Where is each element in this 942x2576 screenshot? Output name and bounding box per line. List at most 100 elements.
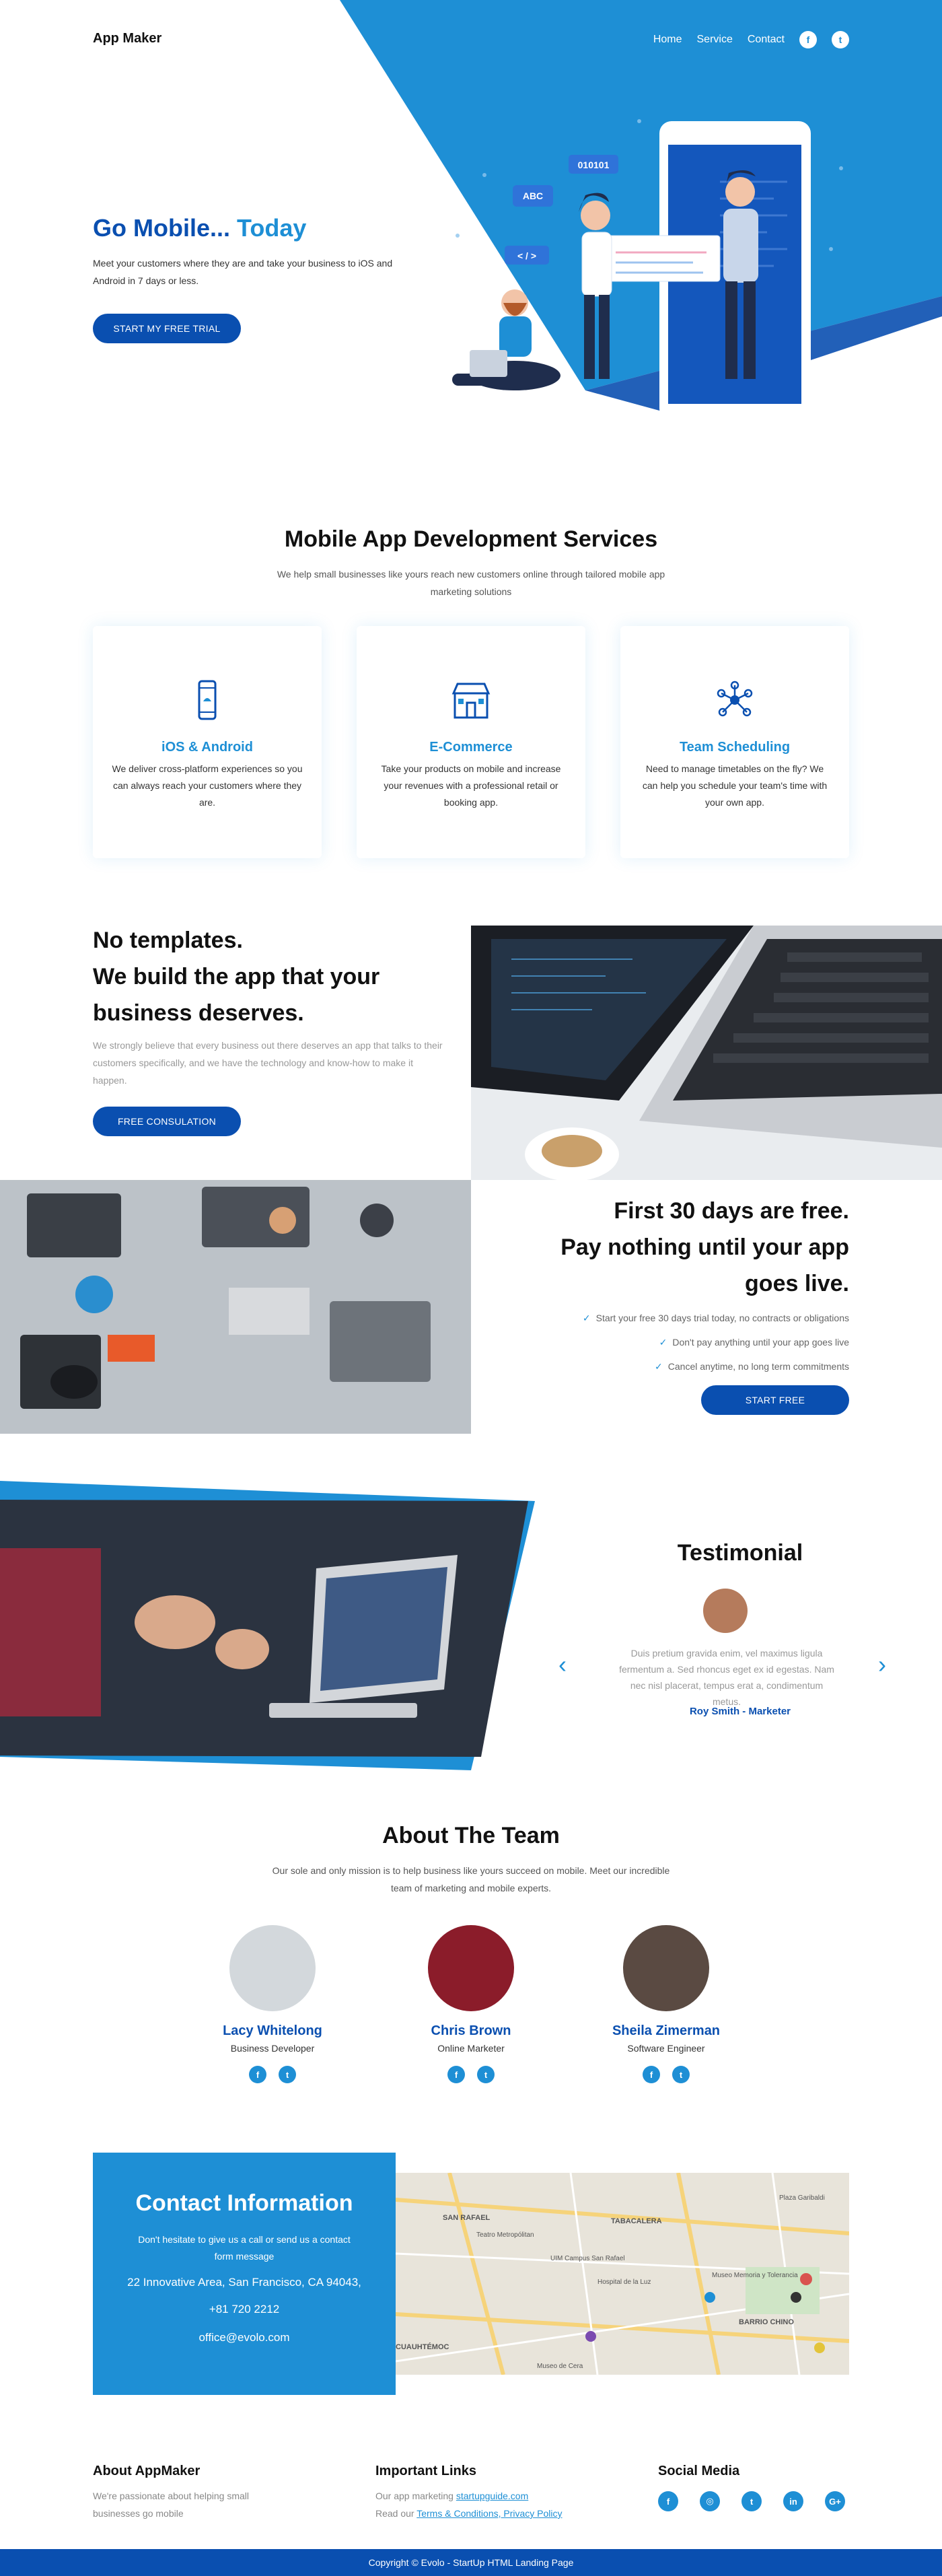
footer-about-text: We're passionate about helping small bus… <box>93 2491 249 2519</box>
service-text: Take your products on mobile and increas… <box>381 763 561 808</box>
nav-link-home[interactable]: Home <box>653 34 682 46</box>
team-member-name: Chris Brown <box>431 2023 511 2038</box>
free-title: First 30 days are free. Pay nothing unti… <box>560 1198 849 1296</box>
nav-link-service[interactable]: Service <box>697 34 733 46</box>
footer-about: About AppMaker We're passionate about he… <box>93 2464 295 2522</box>
facebook-icon[interactable]: f <box>658 2491 678 2511</box>
contact-phone: +81 720 2212 <box>209 2303 280 2316</box>
team-subtitle: Our sole and only mission is to help bus… <box>272 1865 670 1893</box>
twitter-icon[interactable]: t <box>279 2066 296 2083</box>
footer-social-title: Social Media <box>658 2464 740 2478</box>
code-label: < / > <box>517 250 536 261</box>
check-icon: ✓ <box>582 1313 591 1323</box>
footer-about-title: About AppMaker <box>93 2464 201 2478</box>
testimonial-title: Testimonial <box>677 1540 803 1566</box>
team-member-card: Chris Brown Online Marketer ft <box>370 1925 572 2083</box>
team-member-role: Online Marketer <box>437 2043 505 2054</box>
footer-social: Social Media f ◎ t in G+ <box>658 2464 853 2511</box>
testimonial-avatar <box>703 1589 748 1633</box>
team-desk-photo <box>0 1180 471 1434</box>
svg-text:Teatro Metropólitan: Teatro Metropólitan <box>476 2231 534 2239</box>
benefit-item: ✓ Don't pay anything until your app goes … <box>659 1337 849 1348</box>
svg-text:Museo de Cera: Museo de Cera <box>537 2363 583 2370</box>
service-text: Need to manage timetables on the fly? We… <box>642 763 828 808</box>
testimonial-section: Testimonial ‹ › Duis pretium gravida eni… <box>538 1481 942 1770</box>
contact-title: Contact Information <box>135 2190 353 2216</box>
terms-privacy-link[interactable]: Terms & Conditions, Privacy Policy <box>416 2508 562 2519</box>
linkedin-icon[interactable]: in <box>783 2491 803 2511</box>
store-icon <box>451 683 491 719</box>
contact-text: Don't hesitate to give us a call or send… <box>138 2234 351 2262</box>
testimonial-author: Roy Smith - Marketer <box>689 1706 791 1717</box>
smartphone-icon <box>198 680 217 720</box>
previous-arrow-icon[interactable]: ‹ <box>558 1650 567 1679</box>
facebook-icon[interactable]: f <box>799 31 817 48</box>
instagram-icon[interactable]: ◎ <box>700 2491 720 2511</box>
contact-address: 22 Innovative Area, San Francisco, CA 94… <box>127 2276 361 2289</box>
service-title: E-Commerce <box>429 740 513 755</box>
benefit-item: ✓ Start your free 30 days trial today, no… <box>582 1313 849 1323</box>
avatar <box>623 1925 709 2011</box>
team-member-card: Sheila Zimerman Software Engineer ft <box>565 1925 767 2083</box>
service-card-ecommerce: E-Commerce Take your products on mobile … <box>357 626 585 858</box>
meeting-photo <box>0 1481 535 1770</box>
templates-text: We strongly believe that every business … <box>93 1040 443 1086</box>
service-card-ios-android: iOS & Android We deliver cross-platform … <box>93 626 322 858</box>
next-arrow-icon[interactable]: › <box>878 1650 886 1679</box>
startupguide-link[interactable]: startupguide.com <box>456 2491 528 2501</box>
check-icon: ✓ <box>655 1361 663 1372</box>
binary-label: 010101 <box>578 160 610 170</box>
nav-link-contact[interactable]: Contact <box>748 34 785 46</box>
twitter-icon[interactable]: t <box>672 2066 690 2083</box>
svg-text:BARRIO CHINO: BARRIO CHINO <box>739 2318 794 2326</box>
service-title: Team Scheduling <box>679 740 791 755</box>
team-member-role: Software Engineer <box>627 2043 705 2054</box>
hero-title: Go Mobile... Today <box>93 214 307 242</box>
team-member-name: Lacy Whitelong <box>223 2023 322 2038</box>
footer-links-title: Important Links <box>375 2464 477 2478</box>
svg-text:SAN RAFAEL: SAN RAFAEL <box>443 2214 491 2222</box>
svg-text:UIM Campus San Rafael: UIM Campus San Rafael <box>550 2255 625 2262</box>
twitter-icon[interactable]: t <box>477 2066 495 2083</box>
brand-logo[interactable]: App Maker <box>93 31 161 46</box>
benefit-item: ✓ Cancel anytime, no long term commitment… <box>655 1361 849 1372</box>
hero-illustration: 010101 ABC < / > <box>452 119 843 421</box>
check-icon: ✓ <box>659 1337 667 1348</box>
templates-title: No templates. We build the app that your… <box>93 928 380 1026</box>
free-consultation-button[interactable]: FREE CONSULATION <box>93 1107 241 1136</box>
avatar <box>428 1925 514 2011</box>
svg-text:Hospital de la Luz: Hospital de la Luz <box>597 2278 651 2286</box>
footer-links: Important Links Our app marketing startu… <box>375 2464 591 2522</box>
contact-email[interactable]: office@evolo.com <box>93 2331 396 2344</box>
svg-text:Plaza Garibaldi: Plaza Garibaldi <box>779 2194 825 2202</box>
service-text: We deliver cross-platform experiences so… <box>112 763 303 808</box>
start-free-trial-button[interactable]: START MY FREE TRIAL <box>93 314 241 343</box>
abc-label: ABC <box>523 190 543 201</box>
team-member-name: Sheila Zimerman <box>612 2023 721 2038</box>
service-card-team-scheduling: Team Scheduling Need to manage timetable… <box>620 626 849 858</box>
services-title: Mobile App Development Services <box>284 526 658 552</box>
google-plus-icon[interactable]: G+ <box>825 2491 845 2511</box>
copyright-bar: Copyright © Evolo - StartUp HTML Landing… <box>0 2549 942 2576</box>
twitter-icon[interactable]: t <box>832 31 849 48</box>
testimonial-quote: Duis pretium gravida enim, vel maximus l… <box>619 1648 834 1707</box>
svg-text:Museo Memoria y Tolerancia: Museo Memoria y Tolerancia <box>712 2272 798 2279</box>
laptop-photo <box>471 926 942 1180</box>
top-navigation: Home Service Contact f t <box>653 31 849 48</box>
facebook-icon[interactable]: f <box>643 2066 660 2083</box>
svg-text:TABACALERA: TABACALERA <box>611 2217 662 2225</box>
svg-text:CUAUHTÉMOC: CUAUHTÉMOC <box>396 2342 449 2351</box>
services-subtitle: We help small businesses like yours reac… <box>277 569 665 597</box>
team-member-card: Lacy Whitelong Business Developer ft <box>172 1925 373 2083</box>
hero-description: Meet your customers where they are and t… <box>93 258 393 286</box>
team-member-role: Business Developer <box>230 2043 315 2054</box>
facebook-icon[interactable]: f <box>447 2066 465 2083</box>
facebook-icon[interactable]: f <box>249 2066 266 2083</box>
network-icon <box>717 681 753 717</box>
avatar <box>229 1925 316 2011</box>
location-map[interactable]: Plaza Garibaldi SAN RAFAEL Teatro Metrop… <box>396 2173 849 2375</box>
free-benefits-list: ✓ Start your free 30 days trial today, no… <box>511 1306 849 1379</box>
start-free-button[interactable]: START FREE <box>701 1385 849 1415</box>
twitter-icon[interactable]: t <box>741 2491 762 2511</box>
service-title: iOS & Android <box>161 740 253 755</box>
